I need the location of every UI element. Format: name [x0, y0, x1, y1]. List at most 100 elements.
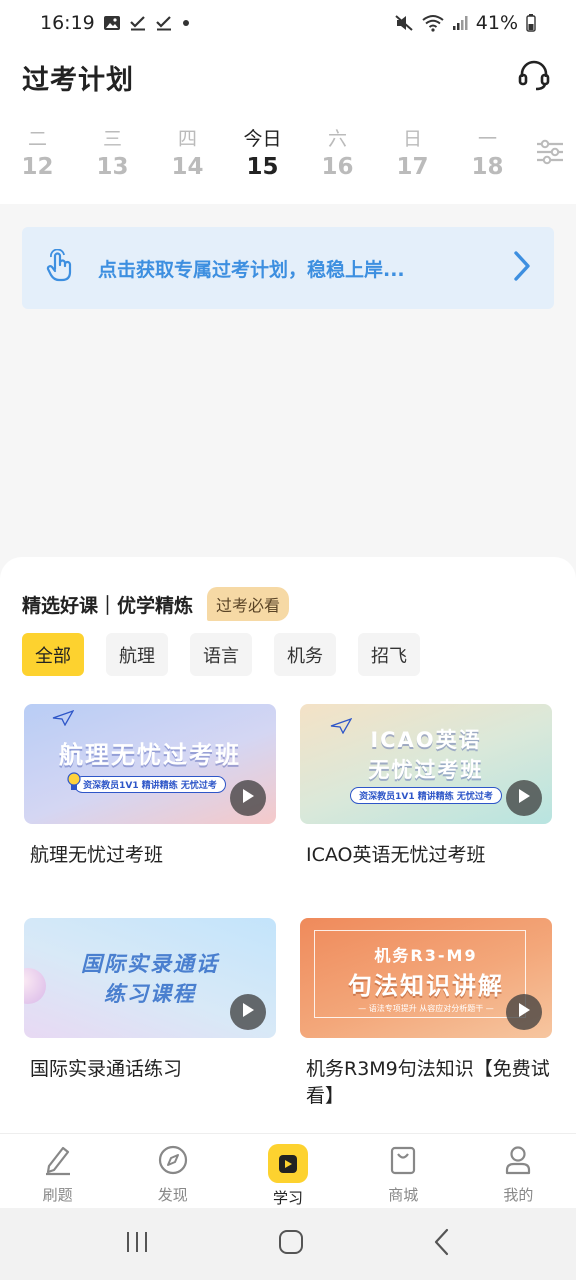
- day-saturday[interactable]: 六 16: [300, 124, 375, 180]
- day-tuesday[interactable]: 二 12: [0, 124, 75, 180]
- course-panel: 精选好课｜优学精炼 过考必看 全部 航理 语言 机务 招飞 航理无忧过考班 资深…: [0, 557, 576, 1133]
- status-bar: 16:19 41%: [0, 0, 576, 46]
- thumbnail-title: ICAO英语: [370, 728, 482, 752]
- signal-icon: [452, 15, 468, 31]
- recent-apps-button[interactable]: [124, 1230, 150, 1258]
- tab-learn[interactable]: 学习: [230, 1134, 345, 1208]
- section-header: 精选好课｜优学精炼 过考必看: [22, 587, 290, 621]
- thumbnail-title: 航理无忧过考班: [59, 741, 241, 769]
- tab-profile[interactable]: 我的: [461, 1134, 576, 1208]
- tap-hand-icon: [44, 248, 76, 287]
- category-chip-language[interactable]: 语言: [190, 633, 252, 676]
- tab-label: 商城: [388, 1186, 419, 1204]
- play-button[interactable]: [506, 780, 542, 816]
- thumbnail-frame: [314, 930, 526, 1018]
- play-icon: [241, 1002, 255, 1022]
- user-icon: [503, 1144, 533, 1180]
- day-name: 三: [102, 128, 122, 150]
- more-notifications-dot-icon: [181, 18, 191, 28]
- day-name: 日: [402, 128, 422, 150]
- day-number: 16: [321, 154, 354, 180]
- course-card[interactable]: 航理无忧过考班 资深教员1V1 精讲精练 无忧过考 航理无忧过考班: [24, 704, 276, 869]
- play-icon: [517, 788, 531, 808]
- play-button[interactable]: [230, 780, 266, 816]
- course-title: 国际实录通话练习: [30, 1058, 183, 1080]
- day-today[interactable]: 今日 15: [225, 124, 300, 180]
- play-button[interactable]: [506, 994, 542, 1030]
- paper-plane-icon: [52, 709, 75, 730]
- compass-icon: [157, 1144, 189, 1180]
- shopping-bag-icon: [388, 1144, 418, 1180]
- day-name: 今日: [243, 128, 282, 150]
- get-plan-banner[interactable]: 点击获取专属过考计划，稳稳上岸...: [22, 227, 554, 309]
- thumbnail-title-line2: 练习课程: [104, 982, 196, 1006]
- check-notification-icon: [129, 15, 147, 31]
- play-button[interactable]: [230, 994, 266, 1030]
- day-monday[interactable]: 一 18: [450, 124, 525, 180]
- battery-percent: 41%: [475, 12, 518, 34]
- calendar-settings-button[interactable]: [527, 124, 573, 184]
- day-number: 18: [471, 154, 504, 180]
- bottom-tab-bar: 刷题 发现 学习 商城 我的: [0, 1133, 576, 1208]
- tab-label: 我的: [503, 1186, 534, 1204]
- must-watch-badge: 过考必看: [207, 587, 290, 621]
- category-chip-maintenance[interactable]: 机务: [274, 633, 336, 676]
- day-wednesday[interactable]: 三 13: [75, 124, 150, 180]
- day-name: 二: [27, 128, 47, 150]
- week-calendar: 二 12 三 13 四 14 今日 15 六 16 日 17 一 18: [0, 108, 576, 204]
- mute-icon: [394, 14, 414, 32]
- course-title: ICAO英语无忧过考班: [306, 844, 486, 866]
- day-name: 六: [327, 128, 347, 150]
- back-button[interactable]: [432, 1228, 452, 1260]
- battery-icon: [526, 14, 536, 32]
- play-icon: [268, 1144, 308, 1183]
- course-card[interactable]: ICAO英语 无忧过考班 资深教员1V1 精讲精练 无忧过考 ICAO英语无忧过…: [300, 704, 552, 869]
- play-icon: [241, 788, 255, 808]
- category-filter: 全部 航理 语言 机务 招飞: [22, 633, 420, 676]
- decorative-sphere: [24, 968, 46, 1004]
- day-thursday[interactable]: 四 14: [150, 124, 225, 180]
- thumbnail-title: 国际实录通话: [81, 952, 219, 976]
- plan-banner-text: 点击获取专属过考计划，稳稳上岸...: [98, 258, 405, 281]
- tab-practice[interactable]: 刷题: [0, 1134, 115, 1208]
- category-chip-all[interactable]: 全部: [22, 633, 84, 676]
- customer-support-button[interactable]: [514, 57, 554, 97]
- course-card[interactable]: 国际实录通话 练习课程 国际实录通话练习: [24, 918, 276, 1083]
- day-number: 13: [96, 154, 129, 180]
- day-name: 一: [477, 128, 497, 150]
- thumbnail-subtitle: 资深教员1V1 精讲精练 无忧过考: [74, 776, 226, 793]
- status-time: 16:19: [40, 12, 95, 34]
- course-thumbnail: 国际实录通话 练习课程: [24, 918, 276, 1038]
- day-number: 12: [21, 154, 54, 180]
- section-title: 精选好课｜优学精炼: [22, 594, 194, 617]
- tab-label: 发现: [157, 1186, 188, 1204]
- course-thumbnail: 航理无忧过考班 资深教员1V1 精讲精练 无忧过考: [24, 704, 276, 824]
- paper-plane-icon: [330, 717, 353, 738]
- course-thumbnail: 机务R3-M9 句法知识讲解 — 语法专项提升 从容应对分析题干 —: [300, 918, 552, 1038]
- course-thumbnail: ICAO英语 无忧过考班 资深教员1V1 精讲精练 无忧过考: [300, 704, 552, 824]
- system-navigation-bar: [0, 1208, 576, 1280]
- gallery-notification-icon: [103, 15, 121, 31]
- wifi-icon: [422, 14, 444, 32]
- course-card[interactable]: 机务R3-M9 句法知识讲解 — 语法专项提升 从容应对分析题干 — 机务R3M…: [300, 918, 552, 1110]
- category-chip-navigation-theory[interactable]: 航理: [106, 633, 168, 676]
- day-number: 17: [396, 154, 429, 180]
- chevron-right-icon: [512, 250, 532, 286]
- thumbnail-subtitle: 资深教员1V1 精讲精练 无忧过考: [350, 787, 502, 804]
- play-icon: [517, 1002, 531, 1022]
- day-sunday[interactable]: 日 17: [375, 124, 450, 180]
- day-number: 15: [246, 154, 279, 180]
- pencil-icon: [43, 1144, 73, 1180]
- header: 过考计划: [0, 46, 576, 108]
- check-notification-icon-2: [155, 15, 173, 31]
- tab-label: 学习: [273, 1189, 304, 1207]
- home-button[interactable]: [278, 1229, 304, 1259]
- course-title: 机务R3M9句法知识【免费试看】: [306, 1058, 550, 1107]
- category-chip-recruitment[interactable]: 招飞: [358, 633, 420, 676]
- day-number: 14: [171, 154, 204, 180]
- day-name: 四: [177, 128, 197, 150]
- tab-discover[interactable]: 发现: [115, 1134, 230, 1208]
- page-title: 过考计划: [22, 64, 134, 96]
- tab-store[interactable]: 商城: [346, 1134, 461, 1208]
- lightbulb-icon: [66, 772, 82, 798]
